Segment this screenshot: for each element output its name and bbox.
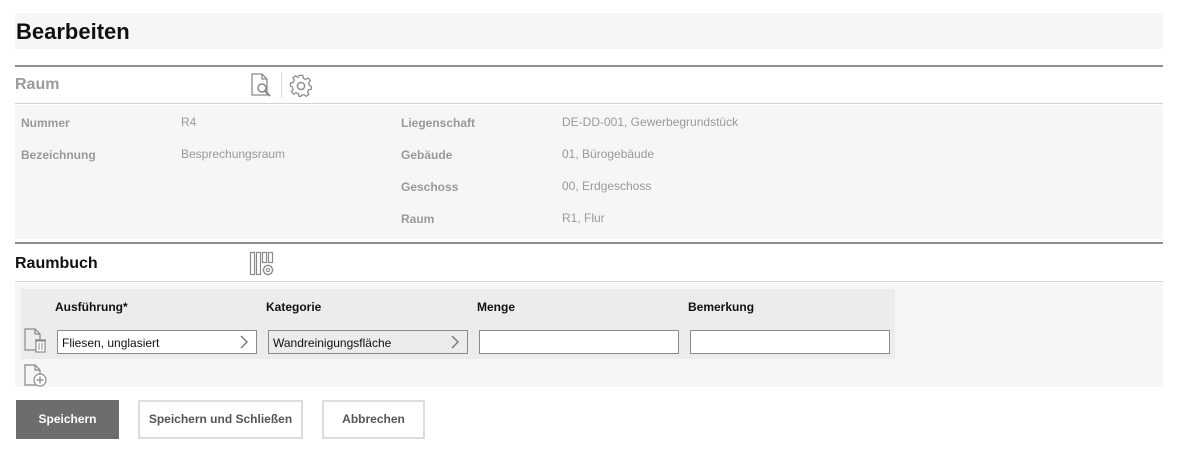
field-value-geschoss: 00, Erdgeschoss — [562, 179, 652, 193]
column-header-kategorie: Kategorie — [266, 300, 322, 314]
field-label-liegenschaft: Liegenschaft — [401, 116, 476, 130]
bemerkung-input[interactable] — [690, 330, 890, 354]
chevron-right-icon[interactable] — [450, 335, 460, 349]
field-value-liegenschaft: DE-DD-001, Gewerbegrundstück — [562, 115, 739, 129]
document-search-icon[interactable] — [249, 73, 273, 97]
field-label-geschoss: Geschoss — [401, 180, 459, 194]
field-value-gebaeude: 01, Bürogebäude — [562, 147, 655, 161]
raumbuch-table-header — [21, 289, 895, 325]
field-label-nummer: Nummer — [21, 116, 70, 130]
section-divider — [15, 242, 1163, 244]
column-header-bemerkung: Bemerkung — [688, 300, 755, 314]
kategorie-value: Wandreinigungsfläche — [273, 336, 392, 350]
page-header: Bearbeiten — [15, 13, 1163, 49]
chevron-right-icon[interactable] — [239, 335, 249, 349]
ausfuehrung-value: Fliesen, unglasiert — [62, 336, 160, 350]
field-value-nummer: R4 — [181, 115, 197, 129]
toolbar-separator — [281, 72, 282, 98]
ausfuehrung-field[interactable]: Fliesen, unglasiert — [57, 330, 257, 354]
field-label-raum: Raum — [401, 212, 435, 226]
column-header-ausfuehrung: Ausführung* — [55, 300, 128, 314]
field-label-bezeichnung: Bezeichnung — [21, 148, 96, 162]
column-settings-icon[interactable] — [249, 251, 275, 277]
column-header-menge: Menge — [477, 300, 516, 314]
kategorie-field[interactable]: Wandreinigungsfläche — [268, 330, 468, 354]
gear-icon[interactable] — [289, 74, 313, 98]
field-label-gebaeude: Gebäude — [401, 148, 453, 162]
field-value-raum: R1, Flur — [562, 211, 605, 225]
raumbuch-section-title: Raumbuch — [15, 255, 98, 272]
section-divider — [15, 281, 1163, 282]
raum-section-title: Raum — [15, 76, 60, 93]
page-title: Bearbeiten — [16, 19, 130, 44]
section-divider — [15, 103, 1163, 104]
field-value-bezeichnung: Besprechungsraum — [181, 147, 286, 161]
save-and-close-button[interactable]: Speichern und Schließen — [138, 400, 303, 439]
section-divider — [15, 65, 1163, 67]
save-button[interactable]: Speichern — [16, 400, 119, 439]
cancel-button[interactable]: Abbrechen — [322, 400, 425, 439]
menge-input[interactable] — [479, 330, 679, 354]
document-add-icon[interactable] — [23, 364, 49, 388]
document-delete-icon[interactable] — [23, 328, 49, 354]
